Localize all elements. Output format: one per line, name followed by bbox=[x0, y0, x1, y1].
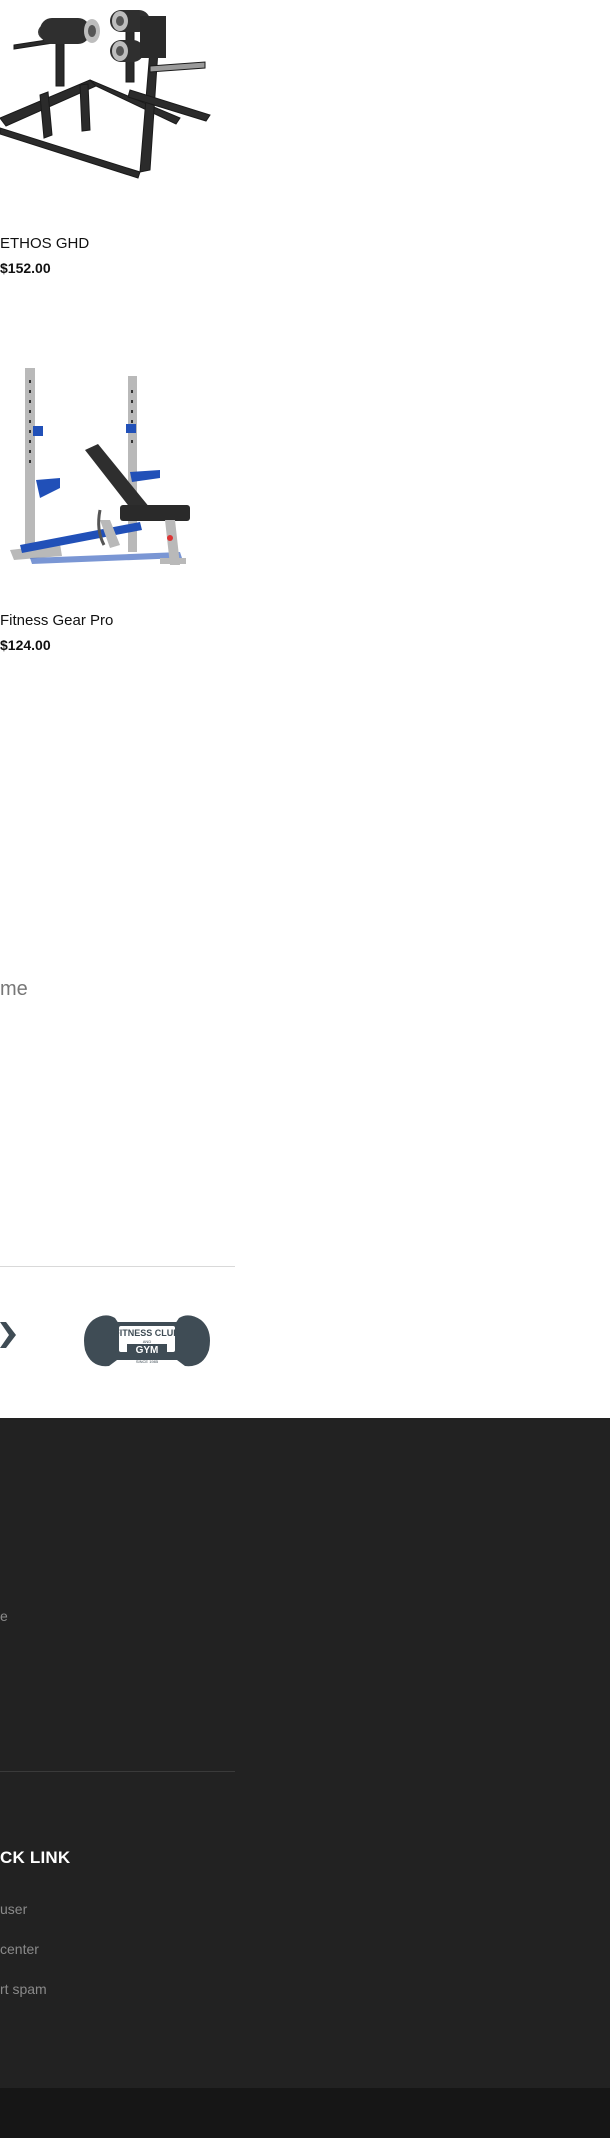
quick-link-user[interactable]: user bbox=[0, 1901, 27, 1917]
brands-divider bbox=[0, 1266, 235, 1267]
product-name[interactable]: ETHOS GHD bbox=[0, 235, 89, 252]
quick-link-spam[interactable]: rt spam bbox=[0, 1981, 47, 1997]
site-footer bbox=[0, 1418, 610, 2088]
gym-logo-since-text: SINCE 1985 bbox=[136, 1359, 159, 1364]
section-heading-partial: me bbox=[0, 978, 28, 1000]
product-price: $124.00 bbox=[0, 637, 51, 653]
footer-divider bbox=[0, 1771, 235, 1772]
gym-logo-top-text: FITNESS CLUB bbox=[114, 1328, 180, 1338]
product-name[interactable]: Fitness Gear Pro bbox=[0, 612, 113, 629]
footer-partial-text: e bbox=[0, 1608, 8, 1624]
gym-logo-main-text: GYM bbox=[136, 1345, 159, 1356]
footer-bottom-bar bbox=[0, 2088, 610, 2138]
gym-logo[interactable]: FITNESS CLUB AND GYM SINCE 1985 bbox=[81, 1310, 213, 1374]
product-image-bench[interactable] bbox=[0, 360, 200, 580]
quick-link-center[interactable]: center bbox=[0, 1941, 39, 1957]
brand-logo-partial[interactable] bbox=[0, 1322, 16, 1348]
product-price: $152.00 bbox=[0, 260, 51, 276]
quick-link-heading: CK LINK bbox=[0, 1848, 71, 1867]
gym-logo-and-text: AND bbox=[143, 1339, 152, 1344]
product-image-ghd[interactable] bbox=[0, 0, 215, 180]
